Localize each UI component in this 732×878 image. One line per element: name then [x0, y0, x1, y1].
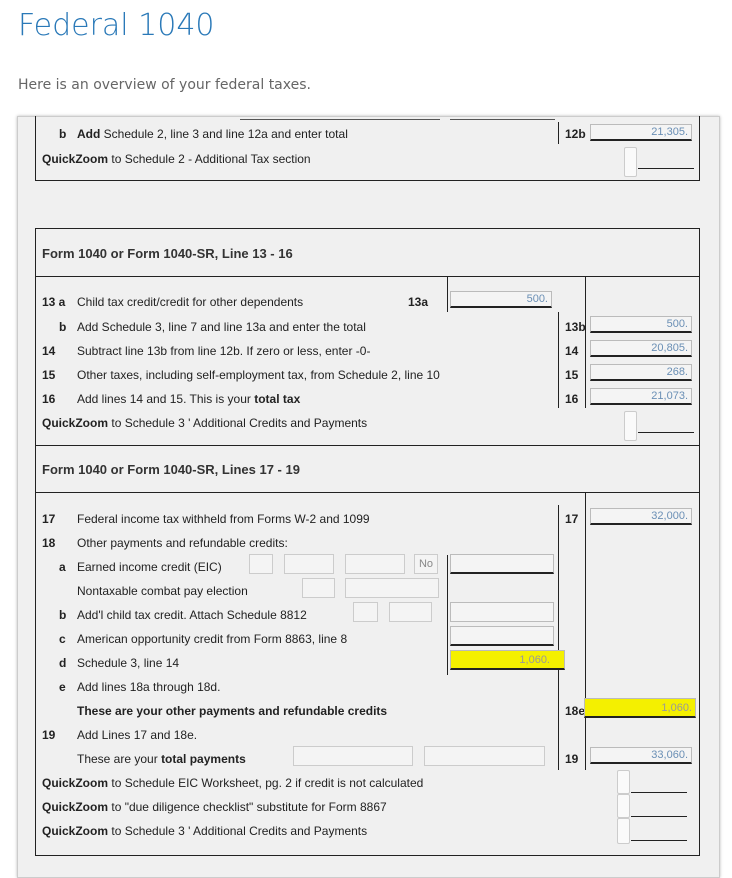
section-17-19-box — [35, 444, 700, 856]
schedule-8812-field[interactable] — [389, 602, 432, 622]
line-13a-label: Child tax credit/credit for other depend… — [77, 295, 304, 309]
line-19-label: Add Lines 17 and 18e. — [77, 728, 198, 742]
combat-pay-field[interactable] — [345, 578, 439, 598]
line-14-field[interactable]: 20,805. — [590, 340, 692, 357]
line-code: 14 — [565, 344, 579, 358]
total-payments-field-1[interactable] — [293, 746, 413, 766]
schedule-8812-checkbox[interactable] — [353, 602, 378, 622]
eic-no-field[interactable]: No — [414, 554, 438, 574]
section-header: Form 1040 or Form 1040-SR, Line 13 - 16 — [42, 246, 293, 261]
combat-pay-checkbox[interactable] — [302, 578, 335, 598]
line-code: 19 — [565, 752, 579, 766]
total-payments-field-2[interactable] — [424, 746, 545, 766]
quickzoom-button[interactable] — [624, 147, 637, 177]
line-code: 13a — [408, 295, 429, 309]
line-letter: a — [59, 560, 66, 574]
quickzoom-button[interactable] — [617, 794, 630, 818]
line-code: 18e — [565, 704, 586, 718]
line-18d-field[interactable]: 1,060. — [450, 650, 565, 670]
quickzoom-due-diligence[interactable]: QuickZoom to "due diligence checklist" s… — [42, 800, 387, 814]
line-16-label: Add lines 14 and 15. This is your total … — [77, 392, 301, 406]
line-number: 18 — [42, 536, 56, 550]
eic-checkbox[interactable] — [249, 554, 273, 574]
line-code: 15 — [565, 368, 579, 382]
quickzoom-schedule-eic[interactable]: QuickZoom to Schedule EIC Worksheet, pg.… — [42, 776, 423, 790]
line-14-label: Subtract line 13b from line 12b. If zero… — [77, 344, 371, 358]
quickzoom-schedule-3[interactable]: QuickZoom to Schedule 3 ' Additional Cre… — [42, 416, 367, 430]
line-number: 14 — [42, 344, 56, 358]
line-18d-label: Schedule 3, line 14 — [77, 656, 180, 670]
line-18e-summary: These are your other payments and refund… — [77, 704, 388, 718]
line-17-field[interactable]: 32,000. — [590, 508, 692, 525]
line-13b-label: Add Schedule 3, line 7 and line 13a and … — [77, 320, 366, 334]
line-letter: b — [59, 608, 67, 622]
line-12b-field[interactable]: 21,305. — [590, 124, 692, 141]
line-18b-label: Add'l child tax credit. Attach Schedule … — [77, 608, 307, 622]
line-number: 16 — [42, 392, 56, 406]
eic-field-1[interactable] — [284, 554, 334, 574]
quickzoom-button[interactable] — [617, 770, 630, 794]
line-letter: c — [59, 632, 66, 646]
line-number: 19 — [42, 728, 56, 742]
line-15-label: Other taxes, including self-employment t… — [77, 368, 440, 382]
page-subtitle: Here is an overview of your federal taxe… — [18, 77, 311, 93]
quickzoom-schedule-2[interactable]: QuickZoom to Schedule 2 - Additional Tax… — [42, 152, 311, 166]
line-13a-field[interactable]: 500. — [450, 291, 552, 308]
line-18e-field[interactable]: 1,060. — [584, 698, 696, 718]
quickzoom-button[interactable] — [624, 411, 637, 441]
line-code: 13b — [565, 320, 586, 334]
section-header: Form 1040 or Form 1040-SR, Lines 17 - 19 — [42, 462, 300, 477]
line-letter: b — [59, 127, 67, 141]
line-18b-field[interactable] — [450, 602, 554, 622]
quickzoom-button[interactable] — [617, 818, 630, 844]
line-12b-label: Add Schedule 2, line 3 and line 12a and … — [77, 127, 348, 141]
line-18e-label: Add lines 18a through 18d. — [77, 680, 221, 694]
line-18-label: Other payments and refundable credits: — [77, 536, 288, 550]
line-17-label: Federal income tax withheld from Forms W… — [77, 512, 370, 526]
line-18a-field[interactable] — [450, 554, 554, 574]
line-letter: e — [59, 680, 66, 694]
line-number: 13 a — [42, 295, 66, 309]
line-code: 12b — [565, 127, 586, 141]
line-letter: d — [59, 656, 67, 670]
line-15-field[interactable]: 268. — [590, 364, 692, 381]
line-19-field[interactable]: 33,060. — [590, 747, 692, 764]
line-18a-label: Earned income credit (EIC) — [77, 560, 222, 574]
eic-field-2[interactable] — [345, 554, 405, 574]
line-13b-field[interactable]: 500. — [590, 316, 692, 333]
line-number: 17 — [42, 512, 56, 526]
line-code: 17 — [565, 512, 579, 526]
line-16-field[interactable]: 21,073. — [590, 388, 692, 405]
quickzoom-schedule-3-credits[interactable]: QuickZoom to Schedule 3 ' Additional Cre… — [42, 824, 367, 838]
combat-pay-label: Nontaxable combat pay election — [77, 584, 248, 598]
line-letter: b — [59, 320, 67, 334]
page-title: Federal 1040 — [18, 8, 215, 43]
line-18c-label: American opportunity credit from Form 88… — [77, 632, 348, 646]
line-19-summary: These are your total payments — [77, 752, 246, 766]
line-number: 15 — [42, 368, 56, 382]
line-code: 16 — [565, 392, 579, 406]
line-18c-field[interactable] — [450, 626, 554, 646]
